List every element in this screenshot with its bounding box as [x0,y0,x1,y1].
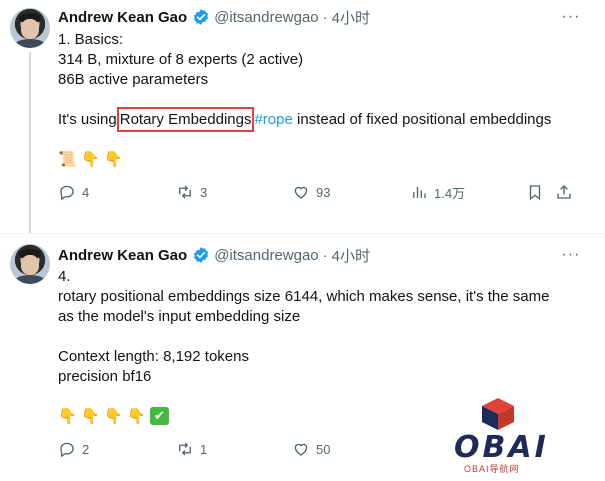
check-mark-emoji: ✔ [150,407,169,425]
cube-logo-icon [482,398,514,430]
views-icon [413,186,426,198]
text-suffix: instead of fixed positional embeddings [292,111,552,128]
point-down-emoji: 👇 [81,151,100,168]
views-button[interactable]: 1.4万 [410,182,465,202]
text-line: 4. [58,268,71,285]
verified-badge-icon [194,9,209,25]
more-icon[interactable]: ··· [559,245,583,265]
retweet-count: 1 [200,441,208,457]
views-count: 1.4万 [434,185,466,201]
text-prefix: It's using [58,111,117,128]
author-handle[interactable]: @itsandrewgao [214,9,318,26]
like-count: 93 [316,184,331,200]
tweet-1[interactable]: Andrew Kean Gao @itsandrewgao · 4小时 ··· … [0,0,605,234]
timestamp[interactable]: 4小时 [332,245,370,266]
text-paragraph: It's using Rotary Embeddings #rope instead… [58,107,598,132]
author-handle[interactable]: @itsandrewgao [214,247,318,264]
retweet-count: 3 [200,184,208,200]
author-name[interactable]: Andrew Kean Gao [58,247,187,264]
point-down-emoji: 👇 [58,408,77,425]
text-line: Context length: 8,192 tokens [58,348,249,365]
reply-button[interactable]: 2 [58,439,89,459]
text-line: 1. Basics: [58,31,124,48]
retweet-button[interactable]: 3 [176,182,207,202]
share-icon [557,185,571,199]
timestamp[interactable]: 4小时 [332,7,370,28]
bookmark-button[interactable] [526,182,544,202]
emoji-row: 👇 👇 👇 👇 ✔ [58,405,169,427]
reply-count: 2 [82,441,90,457]
tweet-header: Andrew Kean Gao @itsandrewgao · 4小时 [58,245,370,265]
share-button[interactable] [555,182,573,202]
point-down-emoji: 👇 [81,408,100,425]
bookmark-icon [529,185,541,201]
reply-count: 4 [82,184,90,200]
point-down-emoji: 👇 [127,408,146,425]
text-line: rotary positional embeddings size 6144, … [58,288,550,305]
reply-button[interactable]: 4 [58,182,89,202]
tweet-text: 1. Basics: 314 B, mixture of 8 experts (… [58,30,598,132]
tweet-text: 4. rotary positional embeddings size 614… [58,267,598,387]
like-icon [294,186,308,199]
like-icon [294,443,308,456]
retweet-icon [179,442,191,456]
more-icon[interactable]: ··· [559,7,583,27]
watermark-title: OBAI [454,430,549,465]
action-bar: 4 3 93 1.4万 [58,182,578,202]
avatar[interactable] [10,8,50,48]
retweet-icon [179,185,191,199]
reply-icon [60,185,74,201]
hashtag-link[interactable]: #rope [254,111,292,128]
highlighted-term: Rotary Embeddings [116,107,255,132]
separator-dot: · [322,246,328,264]
author-name[interactable]: Andrew Kean Gao [58,9,187,26]
retweet-button[interactable]: 1 [176,439,207,459]
point-down-emoji: 👇 [104,408,123,425]
like-button[interactable]: 50 [292,439,330,459]
avatar[interactable] [10,244,50,284]
text-line: precision bf16 [58,368,152,385]
thread-line [29,52,31,234]
text-line: as the model's input embedding size [58,308,301,325]
point-down-emoji: 👇 [104,151,123,168]
separator-dot: · [322,8,328,26]
text-line: 314 B, mixture of 8 experts (2 active) [58,51,304,68]
scroll-emoji: 📜 [58,151,77,168]
reply-icon [60,442,74,458]
verified-badge-icon [194,247,209,263]
obai-watermark-logo: OBAI OBAI导航网 [446,394,566,474]
tweet-header: Andrew Kean Gao @itsandrewgao · 4小时 [58,7,370,27]
like-button[interactable]: 93 [292,182,330,202]
text-line: 86B active parameters [58,71,209,88]
watermark-subtitle: OBAI导航网 [464,464,520,474]
like-count: 50 [316,441,331,457]
emoji-row: 📜 👇 👇 [58,148,123,170]
